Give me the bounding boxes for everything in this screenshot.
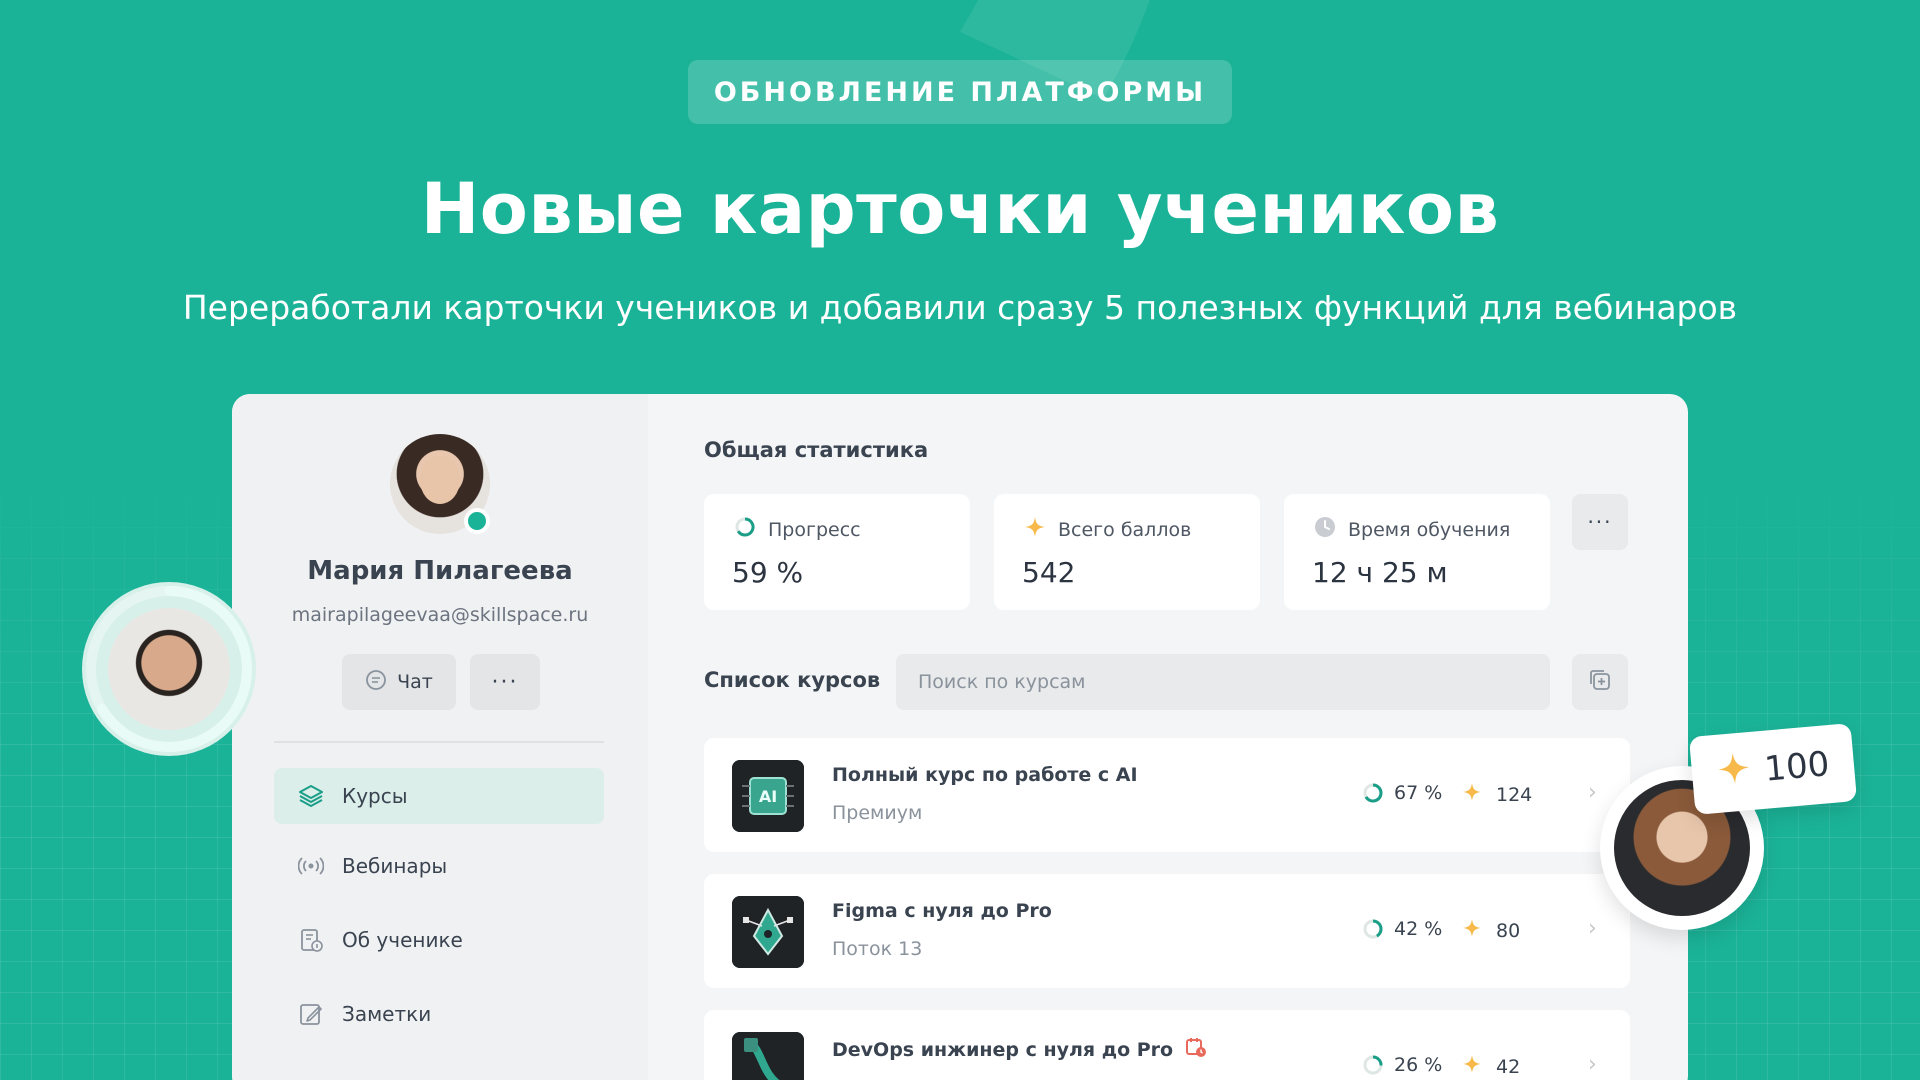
sidebar-item-about-student[interactable]: Об ученике xyxy=(274,912,604,968)
chat-button-label: Чат xyxy=(397,671,433,693)
sidebar-item-label: Вебинары xyxy=(342,854,448,878)
course-title: Figma с нуля до Pro xyxy=(832,900,1052,922)
course-progress-ring-icon xyxy=(1363,783,1383,803)
course-points-value: 124 xyxy=(1496,783,1533,806)
student-name: Мария Пилагеева xyxy=(307,556,573,586)
star-icon xyxy=(1462,782,1482,807)
calendar-alert-icon xyxy=(1185,1036,1207,1063)
headline: Новые карточки учеников xyxy=(420,168,1500,250)
student-sidebar: Мария Пилагеева mairapilageevaa@skillspa… xyxy=(232,394,648,1080)
stat-value: 542 xyxy=(1022,556,1076,589)
subheadline: Переработали карточки учеников и добавил… xyxy=(182,288,1738,327)
sidebar-item-label: Курсы xyxy=(342,784,408,808)
sidebar-item-notes[interactable]: Заметки xyxy=(274,986,604,1042)
student-avatar[interactable] xyxy=(390,434,490,534)
broadcast-icon xyxy=(298,853,324,879)
chat-icon xyxy=(365,669,387,696)
course-progress-value: 26 % xyxy=(1394,1054,1443,1076)
student-info-icon xyxy=(298,927,324,953)
courses-title: Список курсов xyxy=(704,668,881,692)
points-badge-value: 100 xyxy=(1762,744,1831,790)
profile-more-button[interactable]: ··· xyxy=(470,654,540,710)
add-course-icon xyxy=(1588,668,1612,696)
stat-label: Время обучения xyxy=(1348,518,1511,541)
stat-card-points: Всего баллов 542 xyxy=(994,494,1260,610)
points-badge: 100 xyxy=(1688,723,1858,815)
student-main-content: Общая статистика Прогресс 59 % Всего бал… xyxy=(648,394,1688,1080)
stat-value: 12 ч 25 м xyxy=(1312,556,1448,589)
course-row[interactable]: Figma с нуля до Pro Поток 13 42 % 80 › xyxy=(704,874,1630,988)
course-points-value: 42 xyxy=(1496,1055,1521,1078)
progress-ring-icon xyxy=(734,516,756,543)
student-card-panel: Мария Пилагеева mairapilageevaa@skillspa… xyxy=(232,394,1688,1080)
stat-label: Всего баллов xyxy=(1058,518,1192,541)
svg-text:AI: AI xyxy=(759,787,777,806)
course-subtitle: Поток 13 xyxy=(832,938,923,960)
course-row[interactable]: AI Полный курс по работе с AI Премиум 67… xyxy=(704,738,1630,852)
man-photo xyxy=(108,608,230,730)
chat-button[interactable]: Чат xyxy=(342,654,456,710)
course-progress-ring-icon xyxy=(1363,919,1383,939)
course-progress-value: 42 % xyxy=(1394,918,1443,940)
ai-chip-thumbnail: AI xyxy=(732,760,804,832)
sidebar-item-label: Об ученике xyxy=(342,928,463,952)
student-email[interactable]: mairapilageevaa@skillspace.ru xyxy=(232,604,648,626)
chevron-right-icon[interactable]: › xyxy=(1588,1052,1597,1077)
course-subtitle: Премиум xyxy=(832,802,923,824)
star-icon xyxy=(1462,918,1482,943)
course-title: DevOps инжинер с нуля до Pro xyxy=(832,1038,1174,1061)
sidebar-divider xyxy=(274,741,604,743)
sidebar-item-label: Заметки xyxy=(342,1002,432,1026)
add-course-button[interactable] xyxy=(1572,654,1628,710)
devops-cable-thumbnail xyxy=(732,1032,804,1080)
avatar-face xyxy=(420,456,460,504)
stat-card-progress: Прогресс 59 % xyxy=(704,494,970,610)
star-icon xyxy=(1462,1054,1482,1079)
sidebar-item-webinars[interactable]: Вебинары xyxy=(274,838,604,894)
chevron-right-icon[interactable]: › xyxy=(1588,916,1597,941)
course-progress-value: 67 % xyxy=(1394,782,1443,804)
figma-pen-thumbnail xyxy=(732,896,804,968)
course-title: Полный курс по работе с AI xyxy=(832,764,1138,786)
star-icon xyxy=(1715,750,1753,796)
course-points-value: 80 xyxy=(1496,919,1521,942)
stats-title: Общая статистика xyxy=(704,438,929,462)
chevron-right-icon[interactable]: › xyxy=(1588,780,1597,805)
stat-card-study-time: Время обучения 12 ч 25 м xyxy=(1284,494,1550,610)
course-progress-ring-icon xyxy=(1363,1055,1383,1075)
sidebar-item-courses[interactable]: Курсы xyxy=(274,768,604,824)
star-icon xyxy=(1024,516,1046,543)
online-status-dot xyxy=(464,508,490,534)
course-search-input[interactable] xyxy=(896,654,1550,710)
clock-icon xyxy=(1314,516,1336,543)
floating-student-avatar xyxy=(82,582,256,756)
stat-value: 59 % xyxy=(732,556,804,589)
notes-icon xyxy=(298,1001,324,1027)
course-row[interactable]: DevOps инжинер с нуля до Pro 26 % 42 › xyxy=(704,1010,1630,1080)
platform-update-tag: ОБНОВЛЕНИЕ ПЛАТФОРМЫ xyxy=(688,60,1232,124)
stat-label: Прогресс xyxy=(768,518,861,541)
stats-more-button[interactable]: ··· xyxy=(1572,494,1628,550)
layers-icon xyxy=(298,783,324,809)
